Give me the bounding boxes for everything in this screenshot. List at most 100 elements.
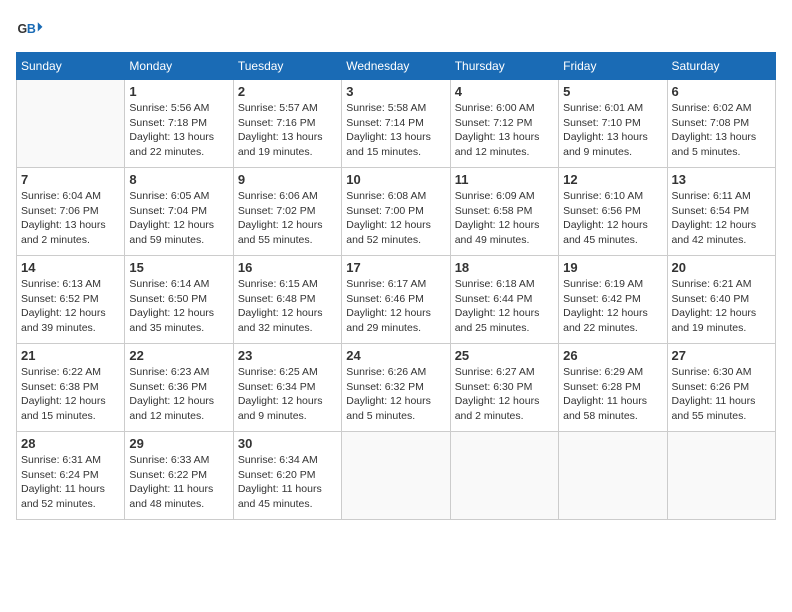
day-number: 26 bbox=[563, 348, 662, 363]
calendar-week-row: 28 Sunrise: 6:31 AM Sunset: 6:24 PM Dayli… bbox=[17, 432, 776, 520]
calendar-cell: 24 Sunrise: 6:26 AM Sunset: 6:32 PM Dayli… bbox=[342, 344, 450, 432]
day-number: 30 bbox=[238, 436, 337, 451]
day-number: 23 bbox=[238, 348, 337, 363]
calendar-cell bbox=[450, 432, 558, 520]
day-number: 25 bbox=[455, 348, 554, 363]
day-info: Sunrise: 6:25 AM Sunset: 6:34 PM Dayligh… bbox=[238, 365, 337, 424]
day-info: Sunrise: 6:34 AM Sunset: 6:20 PM Dayligh… bbox=[238, 453, 337, 512]
day-info: Sunrise: 5:56 AM Sunset: 7:18 PM Dayligh… bbox=[129, 101, 228, 160]
day-number: 1 bbox=[129, 84, 228, 99]
calendar-cell: 1 Sunrise: 5:56 AM Sunset: 7:18 PM Daylig… bbox=[125, 80, 233, 168]
calendar-cell bbox=[559, 432, 667, 520]
day-info: Sunrise: 6:26 AM Sunset: 6:32 PM Dayligh… bbox=[346, 365, 445, 424]
day-number: 13 bbox=[672, 172, 771, 187]
logo-icon: G B bbox=[16, 16, 44, 44]
day-info: Sunrise: 6:23 AM Sunset: 6:36 PM Dayligh… bbox=[129, 365, 228, 424]
calendar-cell: 10 Sunrise: 6:08 AM Sunset: 7:00 PM Dayli… bbox=[342, 168, 450, 256]
day-number: 18 bbox=[455, 260, 554, 275]
day-number: 16 bbox=[238, 260, 337, 275]
day-info: Sunrise: 6:06 AM Sunset: 7:02 PM Dayligh… bbox=[238, 189, 337, 248]
calendar-cell bbox=[667, 432, 775, 520]
calendar-cell: 6Sunrise: 6:02 AM Sunset: 7:08 PM Daylig… bbox=[667, 80, 775, 168]
day-number: 9 bbox=[238, 172, 337, 187]
day-info: Sunrise: 6:11 AM Sunset: 6:54 PM Dayligh… bbox=[672, 189, 771, 248]
calendar-cell: 16 Sunrise: 6:15 AM Sunset: 6:48 PM Dayli… bbox=[233, 256, 341, 344]
weekday-header-saturday: Saturday bbox=[667, 53, 775, 80]
calendar-cell bbox=[17, 80, 125, 168]
weekday-header-thursday: Thursday bbox=[450, 53, 558, 80]
calendar-cell: 30 Sunrise: 6:34 AM Sunset: 6:20 PM Dayli… bbox=[233, 432, 341, 520]
calendar-cell: 19 Sunrise: 6:19 AM Sunset: 6:42 PM Dayli… bbox=[559, 256, 667, 344]
calendar-cell: 29 Sunrise: 6:33 AM Sunset: 6:22 PM Dayli… bbox=[125, 432, 233, 520]
day-info: Sunrise: 6:00 AM Sunset: 7:12 PM Dayligh… bbox=[455, 101, 554, 160]
day-number: 29 bbox=[129, 436, 228, 451]
day-number: 11 bbox=[455, 172, 554, 187]
calendar-cell: 4 Sunrise: 6:00 AM Sunset: 7:12 PM Daylig… bbox=[450, 80, 558, 168]
day-info: Sunrise: 5:57 AM Sunset: 7:16 PM Dayligh… bbox=[238, 101, 337, 160]
weekday-header-wednesday: Wednesday bbox=[342, 53, 450, 80]
day-info: Sunrise: 6:08 AM Sunset: 7:00 PM Dayligh… bbox=[346, 189, 445, 248]
day-info: Sunrise: 6:13 AM Sunset: 6:52 PM Dayligh… bbox=[21, 277, 120, 336]
day-info: Sunrise: 6:33 AM Sunset: 6:22 PM Dayligh… bbox=[129, 453, 228, 512]
day-info: Sunrise: 6:31 AM Sunset: 6:24 PM Dayligh… bbox=[21, 453, 120, 512]
svg-text:B: B bbox=[27, 22, 36, 36]
day-info: Sunrise: 5:58 AM Sunset: 7:14 PM Dayligh… bbox=[346, 101, 445, 160]
svg-text:G: G bbox=[18, 22, 28, 36]
day-info: Sunrise: 6:15 AM Sunset: 6:48 PM Dayligh… bbox=[238, 277, 337, 336]
day-number: 10 bbox=[346, 172, 445, 187]
calendar-cell: 25 Sunrise: 6:27 AM Sunset: 6:30 PM Dayli… bbox=[450, 344, 558, 432]
day-number: 22 bbox=[129, 348, 228, 363]
calendar-cell: 15 Sunrise: 6:14 AM Sunset: 6:50 PM Dayli… bbox=[125, 256, 233, 344]
calendar-cell: 2Sunrise: 5:57 AM Sunset: 7:16 PM Daylig… bbox=[233, 80, 341, 168]
day-number: 8 bbox=[129, 172, 228, 187]
day-info: Sunrise: 6:21 AM Sunset: 6:40 PM Dayligh… bbox=[672, 277, 771, 336]
day-number: 6 bbox=[672, 84, 771, 99]
logo: G B bbox=[16, 16, 48, 44]
day-info: Sunrise: 6:27 AM Sunset: 6:30 PM Dayligh… bbox=[455, 365, 554, 424]
calendar-week-row: 14Sunrise: 6:13 AM Sunset: 6:52 PM Dayli… bbox=[17, 256, 776, 344]
day-number: 7 bbox=[21, 172, 120, 187]
calendar-cell: 14Sunrise: 6:13 AM Sunset: 6:52 PM Dayli… bbox=[17, 256, 125, 344]
day-info: Sunrise: 6:14 AM Sunset: 6:50 PM Dayligh… bbox=[129, 277, 228, 336]
calendar-cell: 17Sunrise: 6:17 AM Sunset: 6:46 PM Dayli… bbox=[342, 256, 450, 344]
calendar-cell: 5 Sunrise: 6:01 AM Sunset: 7:10 PM Daylig… bbox=[559, 80, 667, 168]
day-info: Sunrise: 6:01 AM Sunset: 7:10 PM Dayligh… bbox=[563, 101, 662, 160]
weekday-header-tuesday: Tuesday bbox=[233, 53, 341, 80]
calendar-cell: 26 Sunrise: 6:29 AM Sunset: 6:28 PM Dayli… bbox=[559, 344, 667, 432]
calendar-cell: 7 Sunrise: 6:04 AM Sunset: 7:06 PM Daylig… bbox=[17, 168, 125, 256]
calendar-week-row: 21Sunrise: 6:22 AM Sunset: 6:38 PM Dayli… bbox=[17, 344, 776, 432]
day-number: 5 bbox=[563, 84, 662, 99]
day-info: Sunrise: 6:10 AM Sunset: 6:56 PM Dayligh… bbox=[563, 189, 662, 248]
calendar-cell: 20Sunrise: 6:21 AM Sunset: 6:40 PM Dayli… bbox=[667, 256, 775, 344]
calendar-week-row: 7 Sunrise: 6:04 AM Sunset: 7:06 PM Daylig… bbox=[17, 168, 776, 256]
day-number: 12 bbox=[563, 172, 662, 187]
calendar-cell: 22 Sunrise: 6:23 AM Sunset: 6:36 PM Dayli… bbox=[125, 344, 233, 432]
day-number: 21 bbox=[21, 348, 120, 363]
day-info: Sunrise: 6:19 AM Sunset: 6:42 PM Dayligh… bbox=[563, 277, 662, 336]
day-number: 4 bbox=[455, 84, 554, 99]
calendar-cell: 9 Sunrise: 6:06 AM Sunset: 7:02 PM Daylig… bbox=[233, 168, 341, 256]
page-header: G B bbox=[16, 16, 776, 44]
calendar-cell: 21Sunrise: 6:22 AM Sunset: 6:38 PM Dayli… bbox=[17, 344, 125, 432]
day-number: 28 bbox=[21, 436, 120, 451]
day-number: 15 bbox=[129, 260, 228, 275]
day-info: Sunrise: 6:29 AM Sunset: 6:28 PM Dayligh… bbox=[563, 365, 662, 424]
calendar-cell: 13 Sunrise: 6:11 AM Sunset: 6:54 PM Dayli… bbox=[667, 168, 775, 256]
weekday-header-row: SundayMondayTuesdayWednesdayThursdayFrid… bbox=[17, 53, 776, 80]
day-info: Sunrise: 6:18 AM Sunset: 6:44 PM Dayligh… bbox=[455, 277, 554, 336]
day-info: Sunrise: 6:17 AM Sunset: 6:46 PM Dayligh… bbox=[346, 277, 445, 336]
day-info: Sunrise: 6:09 AM Sunset: 6:58 PM Dayligh… bbox=[455, 189, 554, 248]
weekday-header-monday: Monday bbox=[125, 53, 233, 80]
day-number: 24 bbox=[346, 348, 445, 363]
weekday-header-friday: Friday bbox=[559, 53, 667, 80]
calendar-cell: 27Sunrise: 6:30 AM Sunset: 6:26 PM Dayli… bbox=[667, 344, 775, 432]
calendar-cell: 8 Sunrise: 6:05 AM Sunset: 7:04 PM Daylig… bbox=[125, 168, 233, 256]
day-number: 19 bbox=[563, 260, 662, 275]
day-info: Sunrise: 6:05 AM Sunset: 7:04 PM Dayligh… bbox=[129, 189, 228, 248]
day-number: 3 bbox=[346, 84, 445, 99]
weekday-header-sunday: Sunday bbox=[17, 53, 125, 80]
calendar-week-row: 1 Sunrise: 5:56 AM Sunset: 7:18 PM Daylig… bbox=[17, 80, 776, 168]
calendar-cell: 12 Sunrise: 6:10 AM Sunset: 6:56 PM Dayli… bbox=[559, 168, 667, 256]
calendar-cell: 23 Sunrise: 6:25 AM Sunset: 6:34 PM Dayli… bbox=[233, 344, 341, 432]
day-info: Sunrise: 6:04 AM Sunset: 7:06 PM Dayligh… bbox=[21, 189, 120, 248]
